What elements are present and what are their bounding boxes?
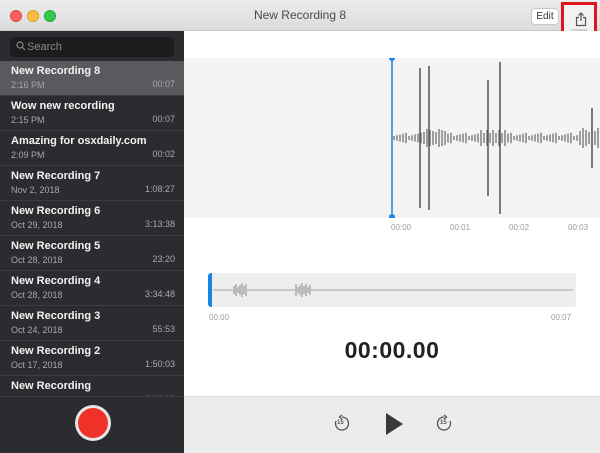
recording-name: New Recording 8	[11, 65, 101, 77]
recording-duration: 3:34:48	[144, 289, 175, 299]
recordings-list: New Recording 8 2:16 PM 00:07 Wow new recor…	[0, 61, 184, 411]
recording-item[interactable]: New Recording 8 2:16 PM 00:07	[0, 61, 184, 96]
recording-duration: 00:07	[152, 79, 175, 89]
title-bar: New Recording 8 Edit	[0, 0, 600, 38]
recording-date: Oct 24, 2018	[11, 325, 63, 335]
recording-name: New Recording 5	[11, 240, 101, 252]
search-input[interactable]	[27, 37, 167, 57]
recording-name: New Recording 2	[11, 345, 101, 357]
playback-time: 00:00.00	[344, 337, 440, 363]
recording-duration: 55:53	[152, 324, 175, 334]
skip-forward-label: 15	[440, 420, 447, 426]
play-icon	[386, 413, 403, 435]
recording-name: Wow new recording	[11, 100, 115, 112]
recording-date: 2:15 PM	[11, 115, 45, 125]
timeline-label-2: 00:02	[509, 223, 530, 232]
recording-item[interactable]: New Recording 2 Oct 17, 2018 1:50:03	[0, 341, 184, 376]
recording-duration: 1:08:27	[144, 184, 175, 194]
recording-item[interactable]: Wow new recording 2:15 PM 00:07	[0, 96, 184, 131]
voice-memos-window: New Recording 8 Edit New Recording 8 2:16…	[0, 0, 600, 453]
playhead-knob[interactable]	[389, 214, 395, 218]
recording-name: New Recording 4	[11, 275, 101, 287]
skip-forward-button[interactable]: 15	[435, 414, 453, 437]
search-icon	[16, 41, 26, 51]
waveform-graphic	[389, 58, 599, 218]
edit-button[interactable]: Edit	[531, 8, 559, 25]
recording-name: New Recording 3	[11, 310, 101, 322]
main-pane: 00:00 00:01 00:02 00:03 00:00 00:07 00:0…	[184, 31, 600, 453]
overview-scrubber[interactable]	[208, 273, 576, 307]
recording-duration: 23:20	[152, 254, 175, 264]
recording-date: 2:16 PM	[11, 80, 45, 90]
playhead-knob[interactable]	[389, 58, 395, 61]
skip-back-label: 15	[337, 420, 344, 426]
overview-start-label: 00:00	[209, 313, 230, 322]
recording-date: 2:09 PM	[11, 150, 45, 160]
search-field[interactable]	[10, 37, 174, 57]
recording-item[interactable]: New Recording 5 Oct 28, 2018 23:20	[0, 236, 184, 271]
recording-name: New Recording 6	[11, 205, 101, 217]
overview-waveform	[213, 283, 573, 297]
recording-item[interactable]: New Recording 6 Oct 29, 2018 3:13:38	[0, 201, 184, 236]
recording-item[interactable]: New Recording 7 Nov 2, 2018 1:08:27	[0, 166, 184, 201]
sidebar-footer	[0, 396, 184, 453]
play-button[interactable]	[384, 412, 404, 441]
recording-item[interactable]: Amazing for osxdaily.com 2:09 PM 00:02	[0, 131, 184, 166]
window-title: New Recording 8	[253, 8, 347, 22]
overview-handle[interactable]	[208, 273, 212, 307]
timeline-label-3: 00:03	[568, 223, 589, 232]
recording-item[interactable]: New Recording 4 Oct 28, 2018 3:34:48	[0, 271, 184, 306]
recording-duration: 1:50:03	[144, 359, 175, 369]
record-button[interactable]	[75, 405, 111, 441]
skip-back-button[interactable]: 15	[333, 414, 351, 437]
playback-controls: 15 15	[184, 396, 600, 453]
timeline-label-1: 00:01	[450, 223, 471, 232]
recording-duration: 00:02	[152, 149, 175, 159]
recordings-sidebar: New Recording 82:16 PM00:07Wow new recor…	[0, 31, 184, 453]
recording-name: New Recording	[11, 380, 92, 392]
recording-name: Amazing for osxdaily.com	[11, 135, 147, 147]
recording-duration: 3:13:38	[144, 219, 175, 229]
timeline-label-0: 00:00	[391, 223, 412, 232]
recording-duration: 00:07	[152, 114, 175, 124]
waveform-view[interactable]	[184, 58, 600, 218]
share-icon	[575, 12, 587, 27]
recording-date: Oct 28, 2018	[11, 255, 63, 265]
recording-name: New Recording 7	[11, 170, 101, 182]
recording-item[interactable]: New Recording 3 Oct 24, 2018 55:53	[0, 306, 184, 341]
overview-end-label: 00:07	[551, 313, 572, 322]
